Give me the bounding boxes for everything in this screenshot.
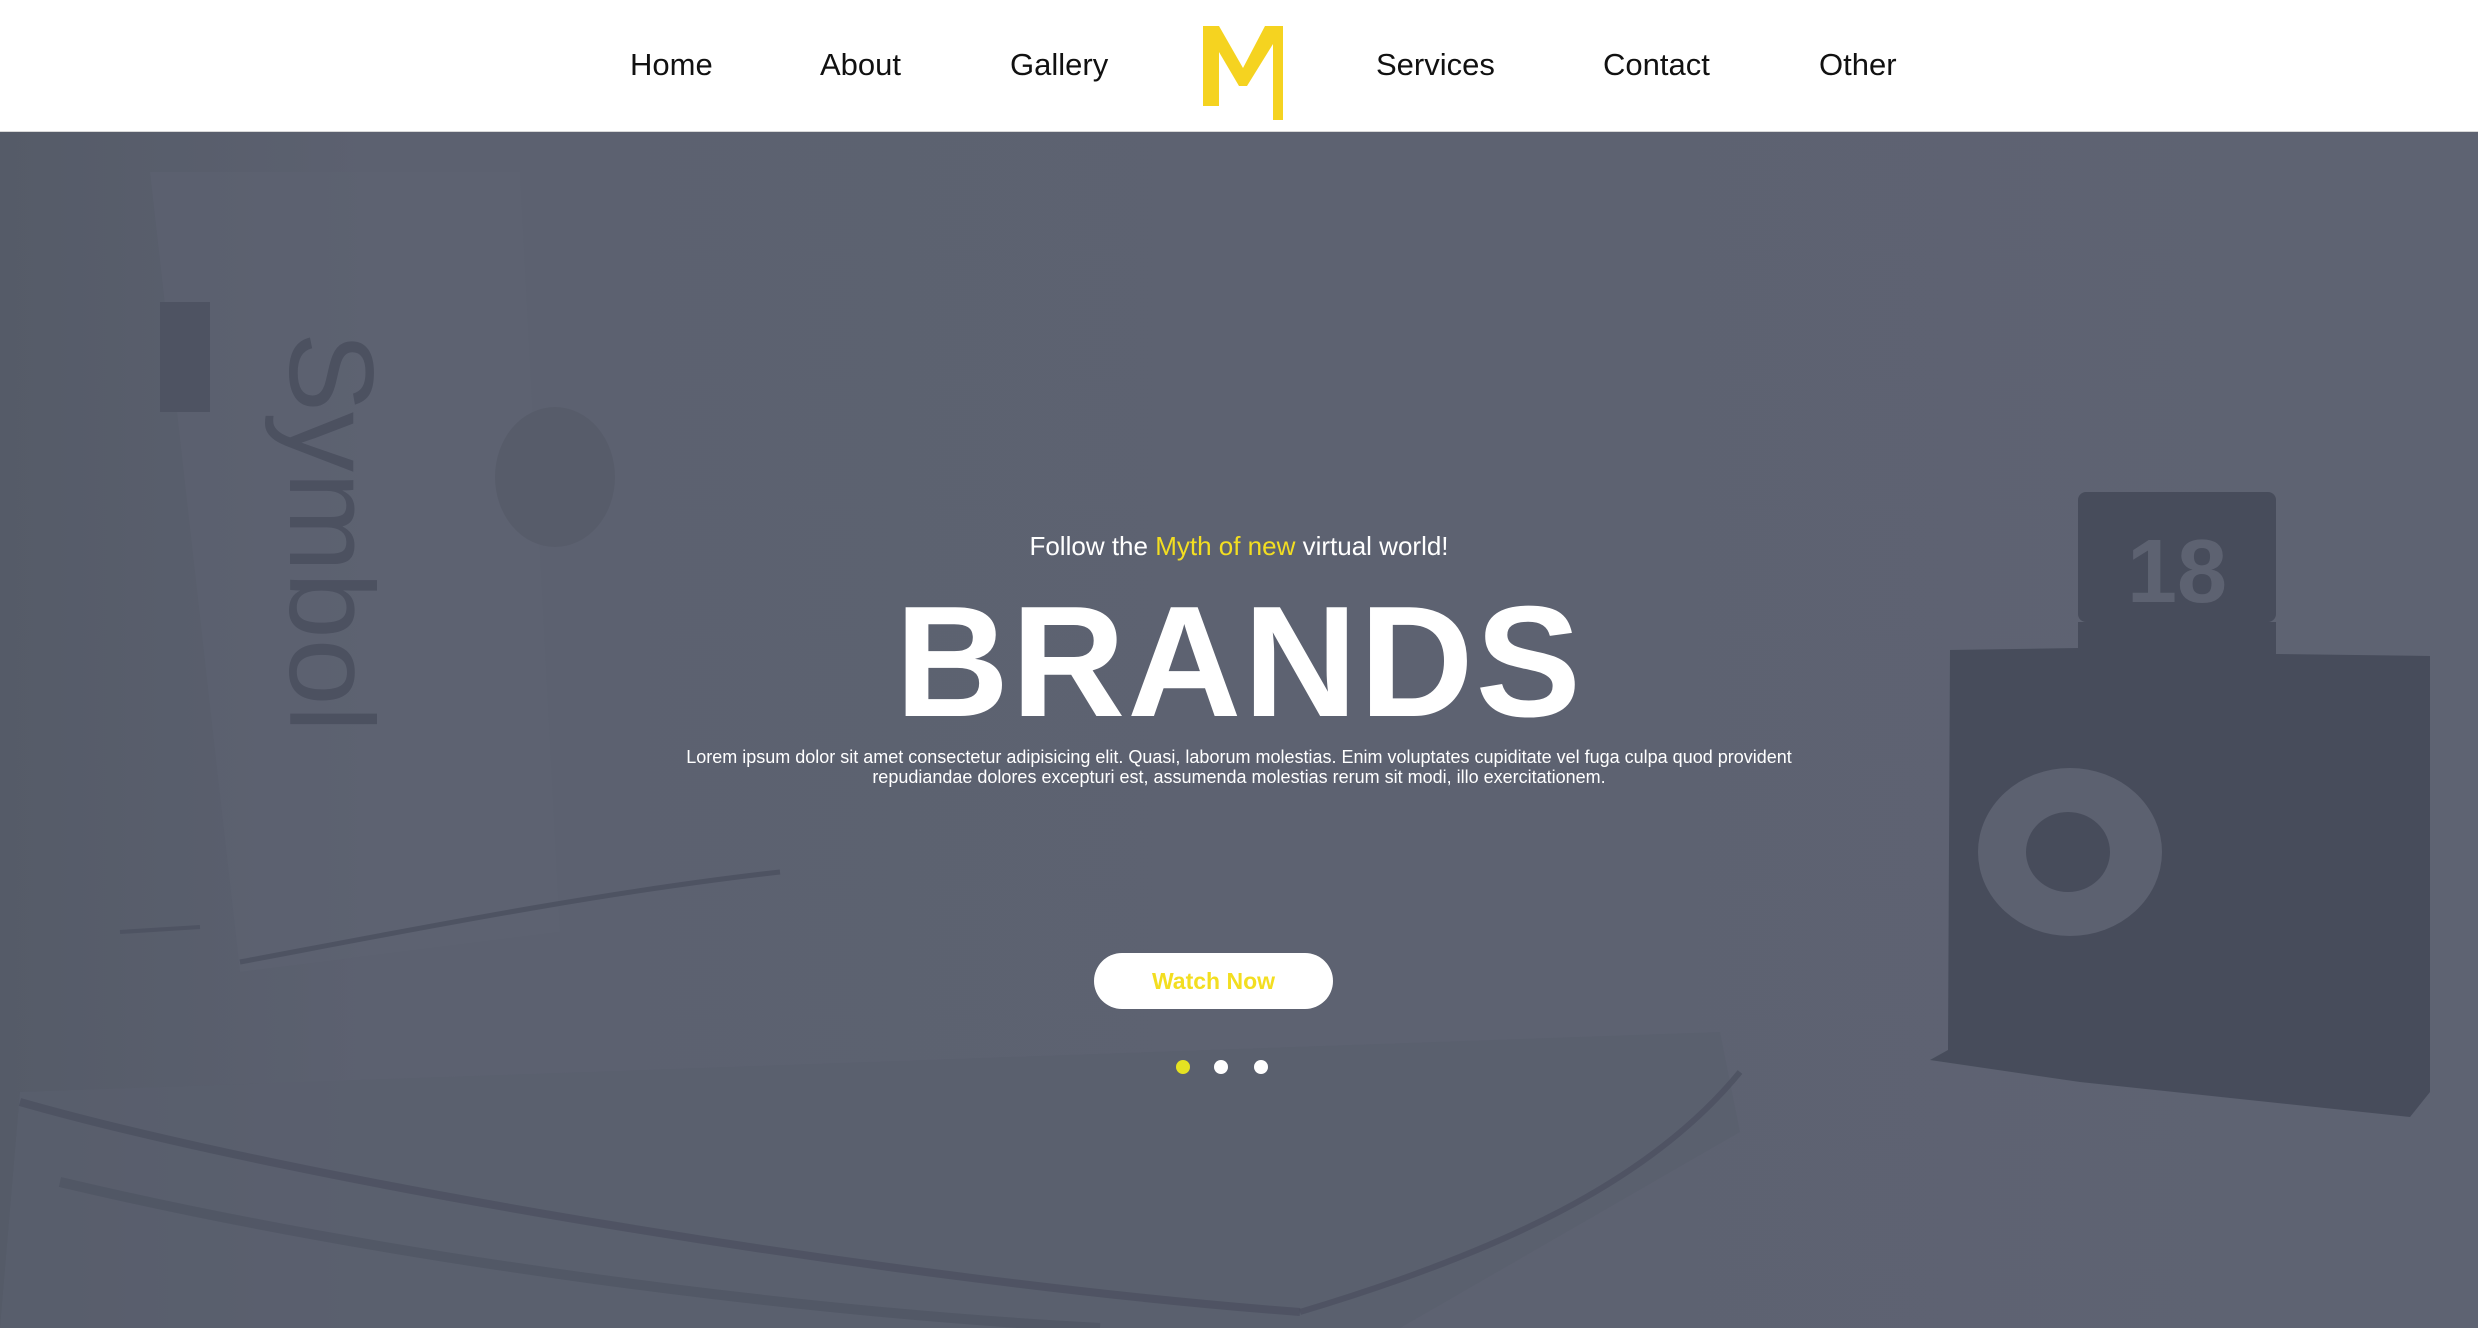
nav-about[interactable]: About bbox=[820, 46, 901, 84]
tagline-highlight: Myth of new bbox=[1155, 531, 1296, 561]
hero-headline: BRANDS bbox=[895, 574, 1583, 750]
slider-dots bbox=[1172, 1060, 1272, 1076]
hero-tagline: Follow the Myth of new virtual world! bbox=[0, 530, 2478, 562]
nav-services[interactable]: Services bbox=[1376, 46, 1495, 84]
m-logo-icon bbox=[1203, 26, 1283, 120]
slider-dot-3[interactable] bbox=[1254, 1060, 1268, 1074]
slider-dot-1[interactable] bbox=[1176, 1060, 1190, 1074]
hero-slider: Symbol 18 Follow the Myth of new virtual… bbox=[0, 132, 2478, 1328]
hero-description: Lorem ipsum dolor sit amet consectetur a… bbox=[686, 747, 1792, 787]
nav-contact[interactable]: Contact bbox=[1603, 46, 1710, 84]
nav-other[interactable]: Other bbox=[1819, 46, 1897, 84]
brand-logo[interactable] bbox=[1203, 26, 1283, 120]
tagline-prefix: Follow the bbox=[1029, 531, 1156, 561]
slider-dot-2[interactable] bbox=[1214, 1060, 1228, 1074]
tagline-suffix: virtual world! bbox=[1295, 531, 1449, 561]
site-header: Home About Gallery Services Contact Othe… bbox=[0, 0, 2478, 132]
hero-content: Follow the Myth of new virtual world! BR… bbox=[0, 132, 2478, 1328]
watch-now-button[interactable]: Watch Now bbox=[1094, 953, 1333, 1009]
nav-home[interactable]: Home bbox=[630, 46, 713, 84]
nav-gallery[interactable]: Gallery bbox=[1010, 46, 1108, 84]
